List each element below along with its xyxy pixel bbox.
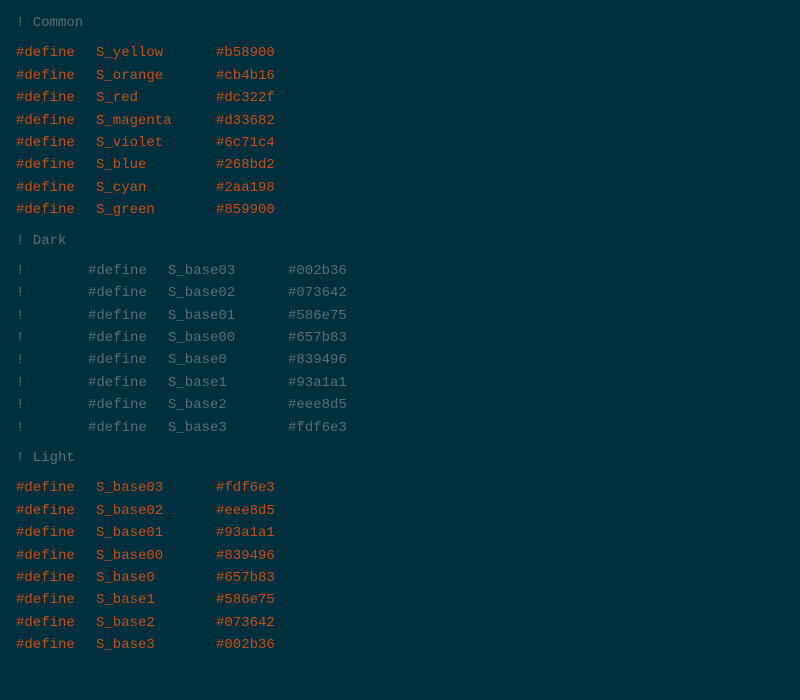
define-line-S_base3: #defineS_base3#002b36 xyxy=(16,634,784,656)
define-line-S_base0: #defineS_base0#657b83 xyxy=(16,567,784,589)
section-comment-light: ! Light xyxy=(16,447,784,469)
define-line-S_orange: #defineS_orange#cb4b16 xyxy=(16,65,784,87)
define-line-S_base02: #defineS_base02#eee8d5 xyxy=(16,500,784,522)
define-line-S_base0: ! #defineS_base0#839496 xyxy=(16,349,784,371)
define-line-S_violet: #defineS_violet#6c71c4 xyxy=(16,132,784,154)
define-line-S_green: #defineS_green#859900 xyxy=(16,199,784,221)
define-line-S_cyan: #defineS_cyan#2aa198 xyxy=(16,177,784,199)
define-line-S_base3: ! #defineS_base3#fdf6e3 xyxy=(16,417,784,439)
section-comment-common: ! Common xyxy=(16,12,784,34)
define-line-S_magenta: #defineS_magenta#d33682 xyxy=(16,110,784,132)
define-line-S_base01: #defineS_base01#93a1a1 xyxy=(16,522,784,544)
define-line-S_base1: ! #defineS_base1#93a1a1 xyxy=(16,372,784,394)
define-line-S_base03: #defineS_base03#fdf6e3 xyxy=(16,477,784,499)
define-line-S_red: #defineS_red#dc322f xyxy=(16,87,784,109)
code-editor: ! Common #defineS_yellow#b58900#defineS_o… xyxy=(0,0,800,700)
define-line-S_yellow: #defineS_yellow#b58900 xyxy=(16,42,784,64)
define-line-S_blue: #defineS_blue#268bd2 xyxy=(16,154,784,176)
define-line-S_base00: #defineS_base00#839496 xyxy=(16,545,784,567)
define-line-S_base2: #defineS_base2#073642 xyxy=(16,612,784,634)
define-line-S_base03: ! #defineS_base03#002b36 xyxy=(16,260,784,282)
define-line-S_base2: ! #defineS_base2#eee8d5 xyxy=(16,394,784,416)
define-line-S_base1: #defineS_base1#586e75 xyxy=(16,589,784,611)
define-line-S_base00: ! #defineS_base00#657b83 xyxy=(16,327,784,349)
define-line-S_base02: ! #defineS_base02#073642 xyxy=(16,282,784,304)
define-line-S_base01: ! #defineS_base01#586e75 xyxy=(16,305,784,327)
section-comment-dark: ! Dark xyxy=(16,230,784,252)
